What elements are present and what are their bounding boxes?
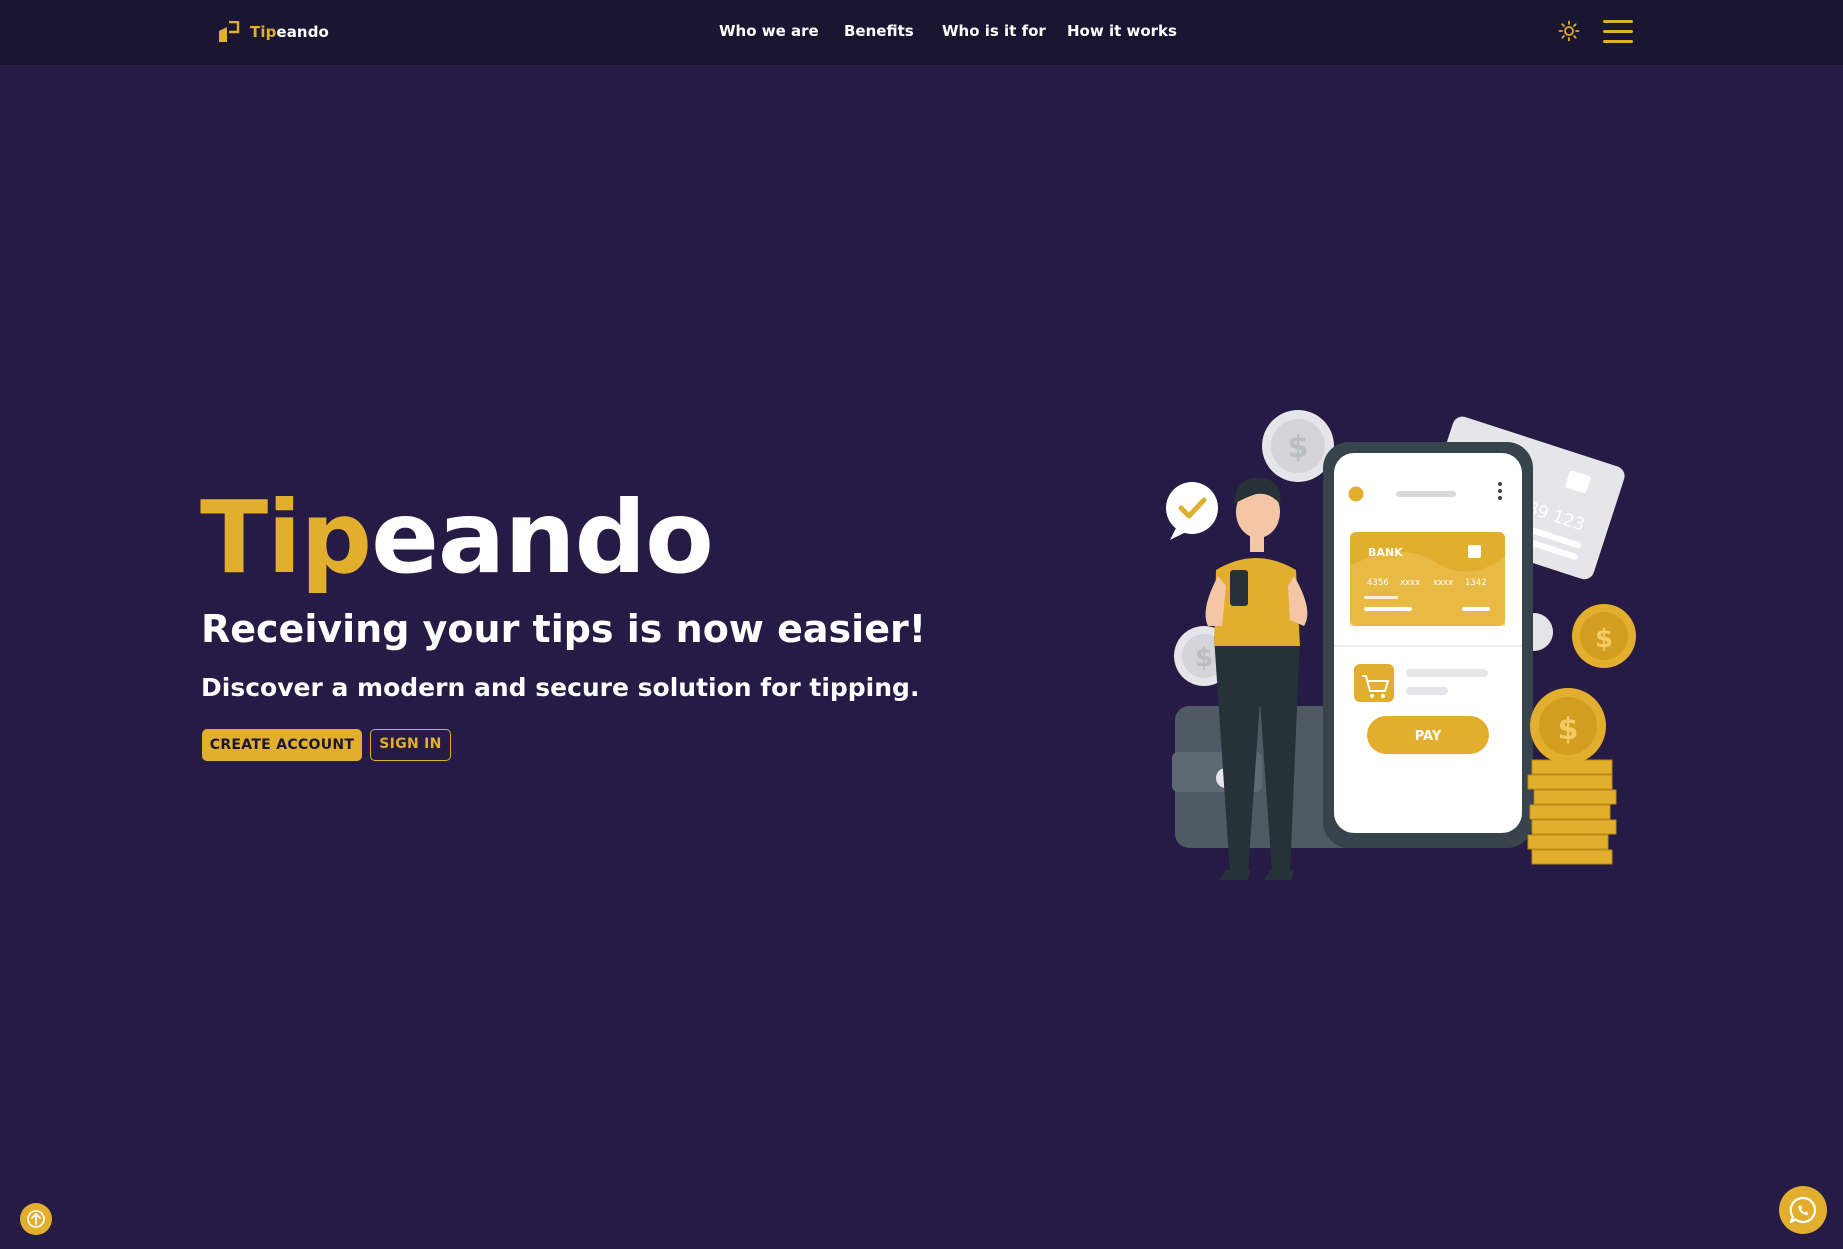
- hero-description: Discover a modern and secure solution fo…: [201, 673, 920, 702]
- brand-name: Tipeando: [250, 23, 329, 41]
- hero-subtitle: Receiving your tips is now easier!: [201, 607, 927, 651]
- hamburger-menu-icon[interactable]: [1603, 20, 1633, 44]
- payment-illustration: 789 123 $ $ BANK 4356 xxxx xxxx 1342 PAY…: [1166, 410, 1636, 880]
- sign-in-button[interactable]: SIGN IN: [370, 729, 451, 761]
- card-number-group-1: 4356: [1367, 578, 1389, 588]
- create-account-button[interactable]: CREATE ACCOUNT: [202, 729, 362, 761]
- nav-benefits[interactable]: Benefits: [844, 22, 914, 40]
- coin-stack: $: [1527, 688, 1617, 865]
- silver-coin-left-symbol: $: [1195, 643, 1213, 673]
- brand-name-rest: eando: [276, 23, 329, 41]
- nav-who-is-it-for[interactable]: Who is it for: [942, 22, 1046, 40]
- card-number-group-2: xxxx: [1400, 578, 1420, 588]
- nav-who-we-are[interactable]: Who we are: [719, 22, 819, 40]
- brand-name-highlight: Tip: [250, 23, 277, 41]
- back-to-top-button[interactable]: [20, 1203, 52, 1235]
- nav-how-it-works[interactable]: How it works: [1067, 22, 1177, 40]
- card-number-group-3: xxxx: [1433, 578, 1453, 588]
- hero-illustration: 789 123 $ $ BANK 4356 xxxx xxxx 1342 PAY…: [1160, 400, 1650, 880]
- theme-toggle-button[interactable]: [1558, 20, 1580, 42]
- gold-coin-right: $: [1572, 604, 1636, 668]
- gold-coin-right-symbol: $: [1595, 624, 1613, 654]
- sun-icon: [1558, 20, 1580, 42]
- held-phone: [1230, 570, 1248, 606]
- hero-title-rest: eando: [371, 479, 714, 596]
- silver-coin-top-symbol: $: [1288, 430, 1309, 465]
- check-bubble: [1166, 482, 1218, 540]
- arrow-up-icon: [27, 1210, 45, 1228]
- whatsapp-icon: [1789, 1196, 1817, 1224]
- phone-bank-card: BANK 4356 xxxx xxxx 1342: [1350, 532, 1505, 626]
- top-navbar: Tipeando Who we are Benefits Who is it f…: [0, 0, 1843, 64]
- whatsapp-chat-button[interactable]: [1779, 1186, 1827, 1234]
- logo-mark-icon: [219, 21, 240, 42]
- brand-logo[interactable]: Tipeando: [218, 20, 329, 44]
- card-number-group-4: 1342: [1465, 578, 1487, 588]
- hero-title: Tipeando: [200, 478, 714, 598]
- gold-coin-stack-symbol: $: [1558, 712, 1579, 747]
- hero-title-highlight: Tip: [200, 479, 372, 596]
- pay-button-label: PAY: [1415, 729, 1442, 744]
- phone: BANK 4356 xxxx xxxx 1342 PAY: [1323, 442, 1533, 848]
- bank-label: BANK: [1368, 546, 1403, 559]
